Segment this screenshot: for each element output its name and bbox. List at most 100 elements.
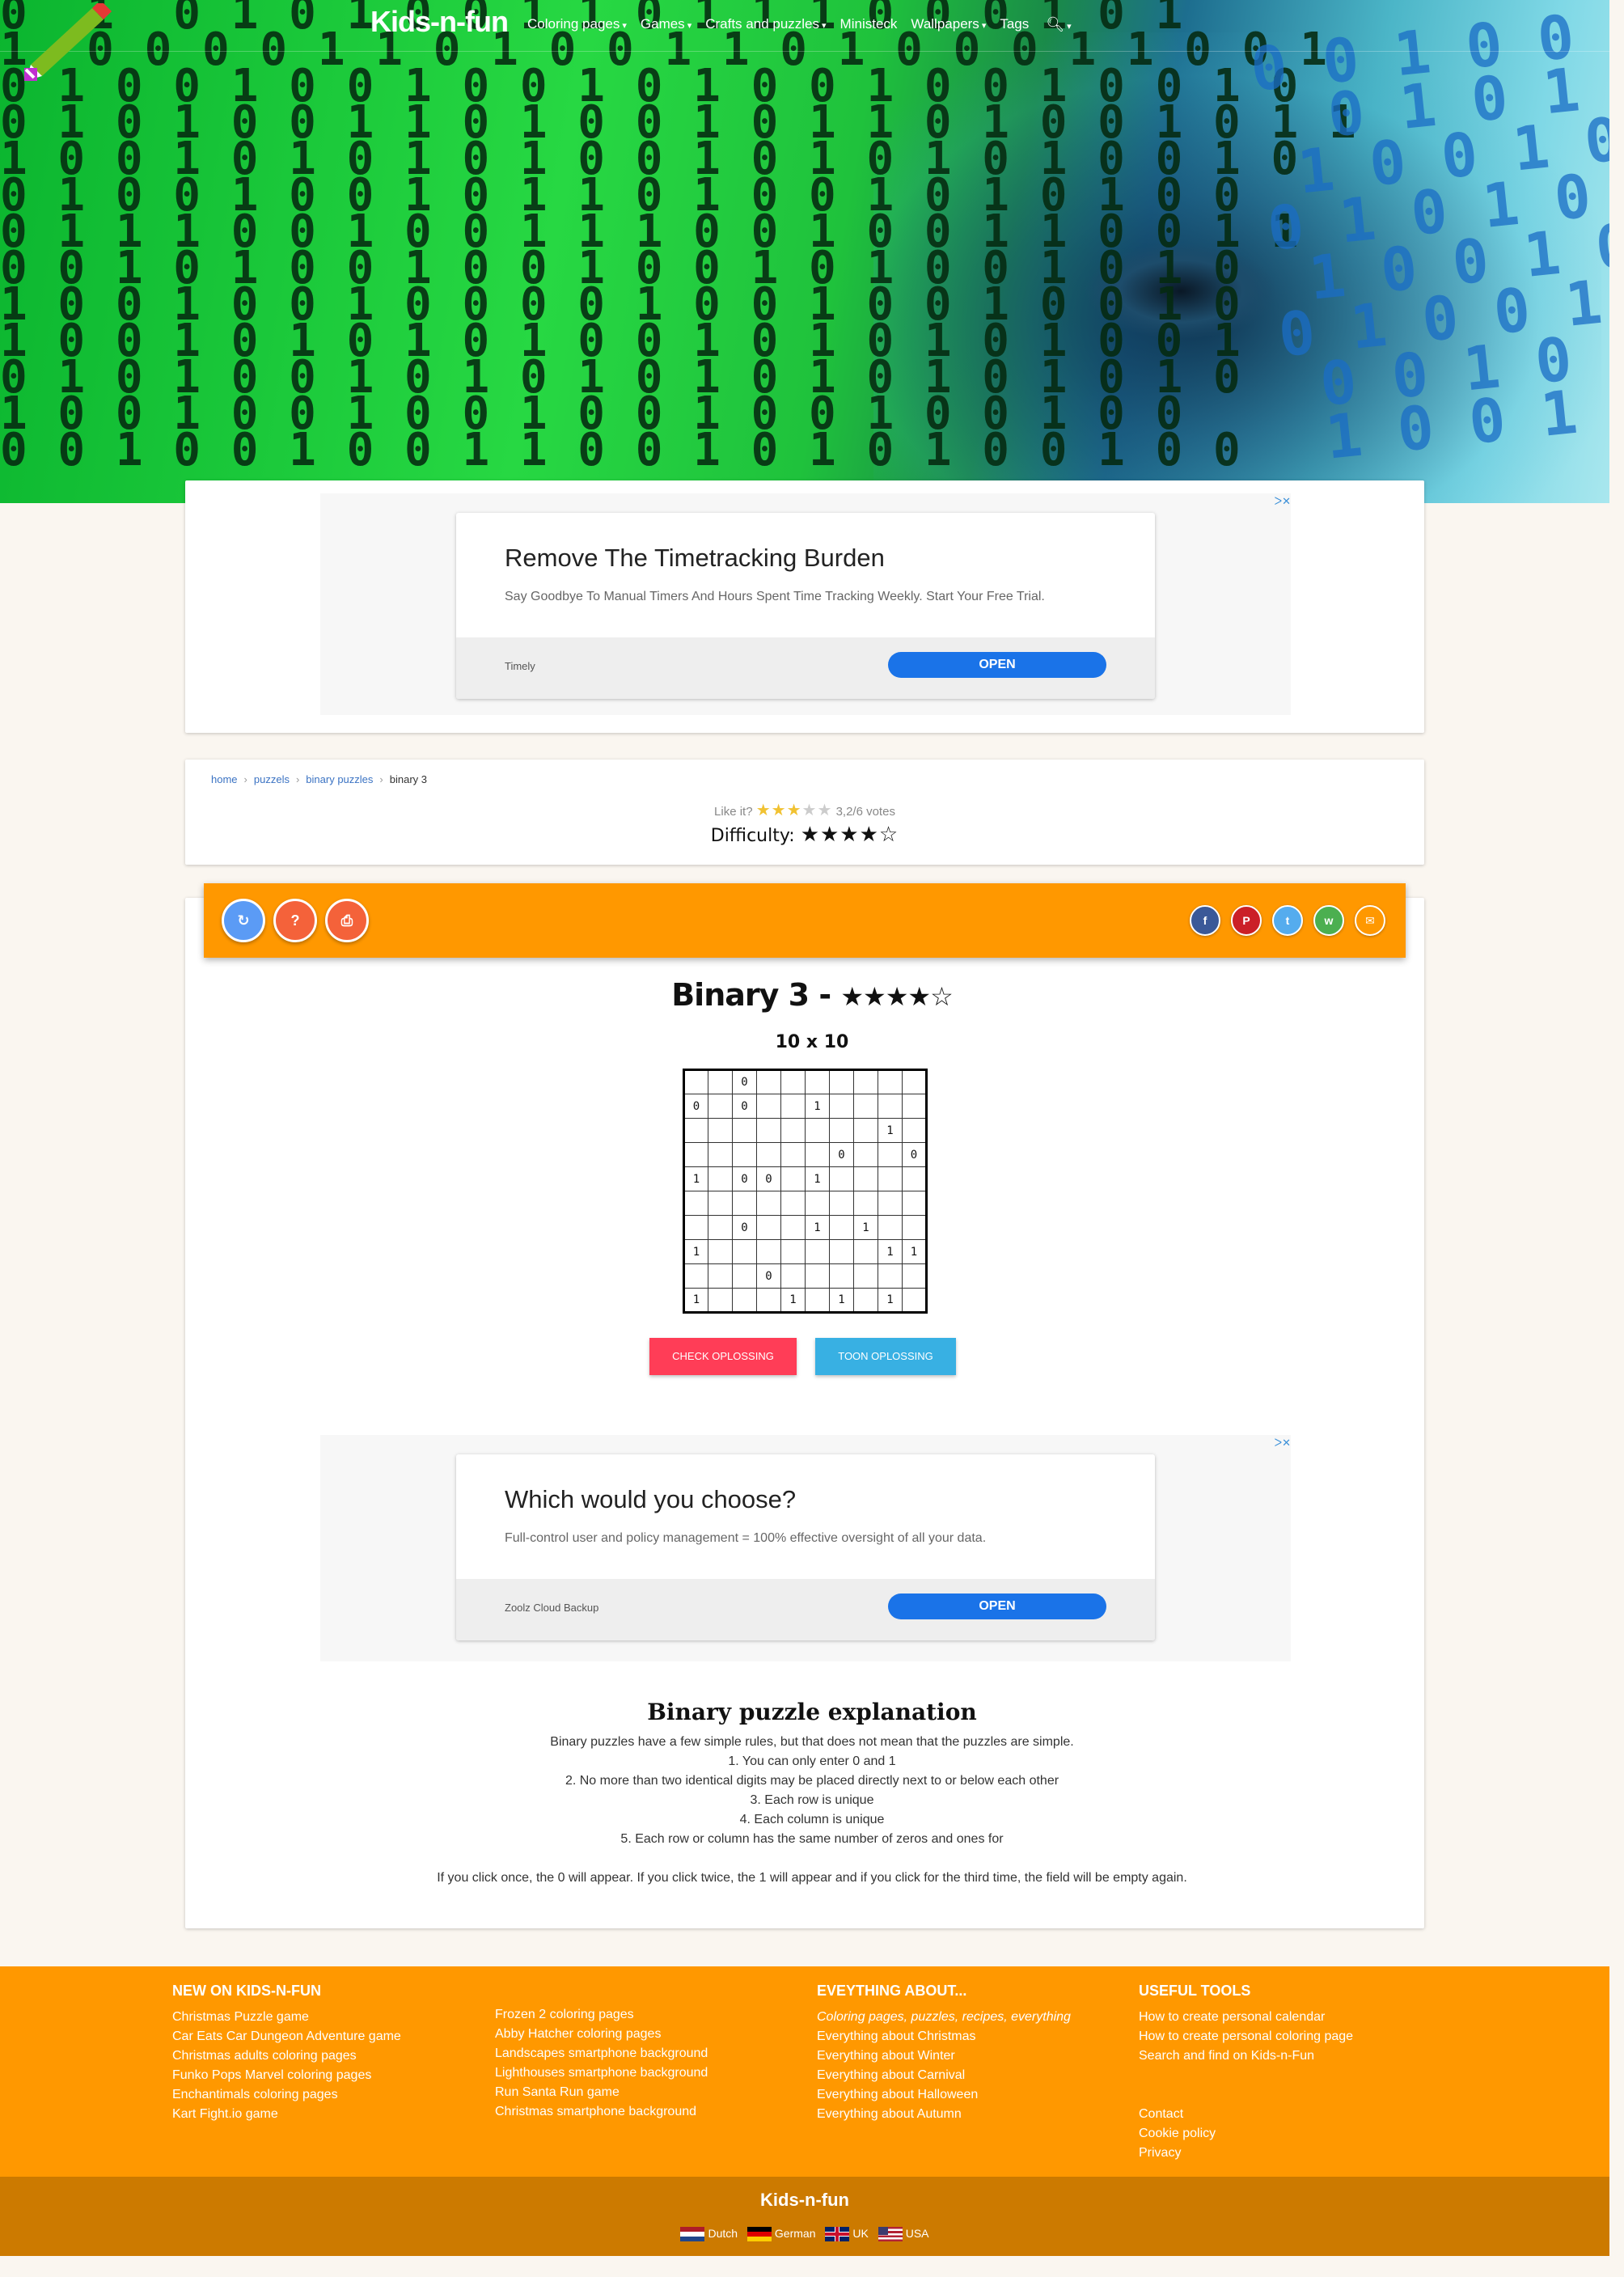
grid-cell[interactable] (708, 1215, 733, 1240)
grid-cell[interactable] (853, 1263, 878, 1289)
grid-cell[interactable]: 1 (780, 1288, 806, 1313)
grid-cell[interactable] (853, 1166, 878, 1191)
ad-box[interactable]: Which would you choose? Full-control use… (456, 1454, 1155, 1640)
grid-cell[interactable] (829, 1118, 854, 1143)
grid-cell[interactable] (878, 1191, 903, 1216)
adchoices-icon[interactable]: ᐳ✕ (1275, 495, 1291, 508)
rating-stars-filled[interactable]: ★★★ (756, 802, 802, 819)
footer-link[interactable]: Everything about Carnival (817, 2066, 1071, 2085)
grid-cell[interactable] (902, 1166, 927, 1191)
footer-link[interactable]: Abby Hatcher coloring pages (495, 2025, 708, 2044)
footer-link[interactable]: Kart Fight.io game (172, 2105, 401, 2124)
grid-cell[interactable] (756, 1191, 781, 1216)
grid-cell[interactable]: 1 (805, 1094, 830, 1119)
footer-link[interactable]: Frozen 2 coloring pages (495, 2005, 708, 2025)
grid-cell[interactable] (732, 1239, 757, 1264)
grid-cell[interactable] (756, 1069, 781, 1094)
grid-cell[interactable]: 1 (829, 1288, 854, 1313)
grid-cell[interactable] (780, 1215, 806, 1240)
grid-cell[interactable] (902, 1215, 927, 1240)
grid-cell[interactable] (805, 1142, 830, 1167)
grid-cell[interactable] (902, 1118, 927, 1143)
grid-cell[interactable] (780, 1094, 806, 1119)
grid-cell[interactable] (902, 1263, 927, 1289)
grid-cell[interactable]: 0 (756, 1166, 781, 1191)
footer-link[interactable]: How to create personal coloring page (1139, 2027, 1353, 2046)
grid-cell[interactable] (878, 1166, 903, 1191)
grid-cell[interactable] (853, 1094, 878, 1119)
grid-cell[interactable]: 1 (683, 1288, 708, 1313)
grid-cell[interactable] (780, 1191, 806, 1216)
grid-cell[interactable] (756, 1288, 781, 1313)
whatsapp-share-button[interactable]: w (1313, 905, 1344, 936)
grid-cell[interactable] (829, 1239, 854, 1264)
grid-cell[interactable]: 1 (878, 1288, 903, 1313)
grid-cell[interactable] (805, 1118, 830, 1143)
grid-cell[interactable] (780, 1069, 806, 1094)
grid-cell[interactable] (708, 1069, 733, 1094)
footer-link[interactable]: Search and find on Kids-n-Fun (1139, 2046, 1353, 2066)
footer-link[interactable]: Contact (1139, 2105, 1353, 2124)
grid-cell[interactable]: 1 (683, 1239, 708, 1264)
grid-cell[interactable] (708, 1118, 733, 1143)
grid-cell[interactable] (805, 1288, 830, 1313)
breadcrumb-puzzels[interactable]: puzzels (254, 773, 290, 785)
language-german[interactable]: German (746, 2227, 816, 2242)
menu-coloring-pages[interactable]: Coloring pages ▾ (527, 16, 627, 33)
footer-link[interactable]: Car Eats Car Dungeon Adventure game (172, 2027, 401, 2046)
grid-cell[interactable] (732, 1142, 757, 1167)
menu-crafts-and-puzzles[interactable]: Crafts and puzzles ▾ (705, 16, 826, 33)
grid-cell[interactable] (780, 1263, 806, 1289)
footer-link[interactable]: Lighthouses smartphone background (495, 2063, 708, 2083)
grid-cell[interactable] (829, 1215, 854, 1240)
footer-link[interactable]: Landscapes smartphone background (495, 2044, 708, 2063)
language-dutch[interactable]: Dutch (680, 2227, 738, 2242)
menu-games[interactable]: Games ▾ (641, 16, 691, 33)
grid-cell[interactable] (853, 1239, 878, 1264)
grid-cell[interactable] (878, 1094, 903, 1119)
grid-cell[interactable] (780, 1166, 806, 1191)
grid-cell[interactable] (683, 1069, 708, 1094)
ad-open-button[interactable]: OPEN (888, 1593, 1106, 1619)
facebook-share-button[interactable]: f (1190, 905, 1220, 936)
search-icon[interactable]: 🔍︎ ▾ (1046, 16, 1071, 33)
grid-cell[interactable]: 0 (902, 1142, 927, 1167)
grid-cell[interactable] (829, 1166, 854, 1191)
language-usa[interactable]: USA (878, 2227, 929, 2242)
footer-link[interactable]: How to create personal calendar (1139, 2008, 1353, 2027)
grid-cell[interactable]: 0 (756, 1263, 781, 1289)
ad-title[interactable]: Which would you choose? (505, 1485, 796, 1514)
pinterest-share-button[interactable]: P (1231, 905, 1262, 936)
grid-cell[interactable]: 1 (853, 1215, 878, 1240)
ad-open-button[interactable]: OPEN (888, 652, 1106, 678)
grid-cell[interactable] (708, 1239, 733, 1264)
grid-cell[interactable] (756, 1215, 781, 1240)
grid-cell[interactable] (732, 1191, 757, 1216)
menu-ministeck[interactable]: Ministeck (840, 16, 898, 33)
grid-cell[interactable]: 1 (878, 1118, 903, 1143)
grid-cell[interactable] (902, 1069, 927, 1094)
grid-cell[interactable]: 1 (805, 1215, 830, 1240)
grid-cell[interactable]: 0 (732, 1166, 757, 1191)
footer-link[interactable]: Christmas adults coloring pages (172, 2046, 401, 2066)
email-share-button[interactable]: ✉ (1355, 905, 1385, 936)
grid-cell[interactable] (829, 1263, 854, 1289)
grid-cell[interactable] (878, 1069, 903, 1094)
breadcrumb-home[interactable]: home (211, 773, 238, 785)
grid-cell[interactable] (829, 1191, 854, 1216)
grid-cell[interactable] (708, 1263, 733, 1289)
footer-link[interactable]: Everything about Autumn (817, 2105, 1071, 2124)
ad-title[interactable]: Remove The Timetracking Burden (505, 544, 885, 573)
grid-cell[interactable]: 1 (683, 1166, 708, 1191)
grid-cell[interactable] (853, 1142, 878, 1167)
grid-cell[interactable] (708, 1191, 733, 1216)
grid-cell[interactable] (878, 1215, 903, 1240)
breadcrumb-binary-puzzles[interactable]: binary puzzles (306, 773, 373, 785)
footer-link[interactable]: Cookie policy (1139, 2124, 1353, 2144)
grid-cell[interactable] (732, 1288, 757, 1313)
language-uk[interactable]: UK (825, 2227, 869, 2242)
grid-cell[interactable] (853, 1118, 878, 1143)
grid-cell[interactable] (780, 1239, 806, 1264)
rating-stars-empty[interactable]: ★★ (802, 802, 833, 819)
grid-cell[interactable] (683, 1142, 708, 1167)
